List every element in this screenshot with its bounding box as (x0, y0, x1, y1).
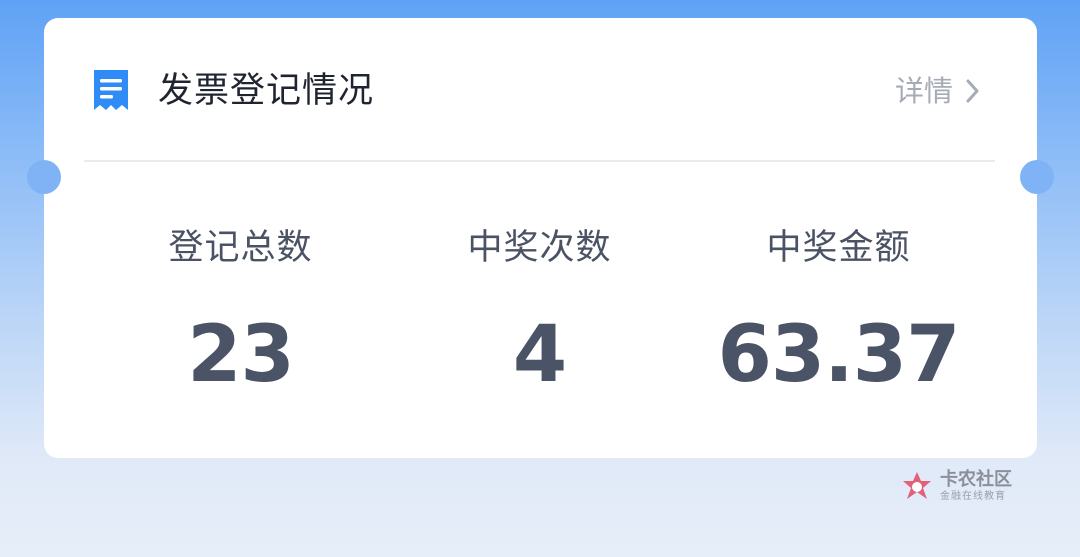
divider (84, 160, 995, 162)
ticket-notch-right (1020, 160, 1054, 194)
stat-value: 4 (512, 310, 567, 400)
watermark-logo-icon (903, 472, 931, 499)
watermark-name: 卡农社区 (940, 469, 1012, 490)
details-link[interactable]: 详情 (895, 70, 981, 112)
watermark: 卡农社区 金融在线教育 (900, 470, 1012, 504)
card-title: 发票登记情况 (158, 71, 375, 111)
stat-label: 登记总数 (168, 228, 313, 268)
stat-win-amount: 中奖金额 63.37 (689, 223, 988, 399)
stat-value: 63.37 (717, 310, 961, 400)
stat-value: 23 (187, 310, 295, 400)
chevron-right-icon (965, 78, 981, 104)
ticket-notch-left (27, 160, 61, 194)
stat-label: 中奖次数 (467, 228, 612, 268)
stat-win-count: 中奖次数 4 (390, 223, 689, 399)
stat-label: 中奖金额 (766, 228, 911, 268)
watermark-tagline: 金融在线教育 (940, 491, 1006, 502)
details-label: 详情 (894, 74, 953, 108)
receipt-document-icon (94, 70, 128, 110)
stats-row: 登记总数 23 中奖次数 4 中奖金额 63.37 (44, 223, 1037, 399)
stat-total-registered: 登记总数 23 (91, 223, 390, 399)
invoice-summary-card: 发票登记情况 详情 登记总数 23 中奖次数 4 中奖金额 63.37 (27, 18, 1054, 458)
